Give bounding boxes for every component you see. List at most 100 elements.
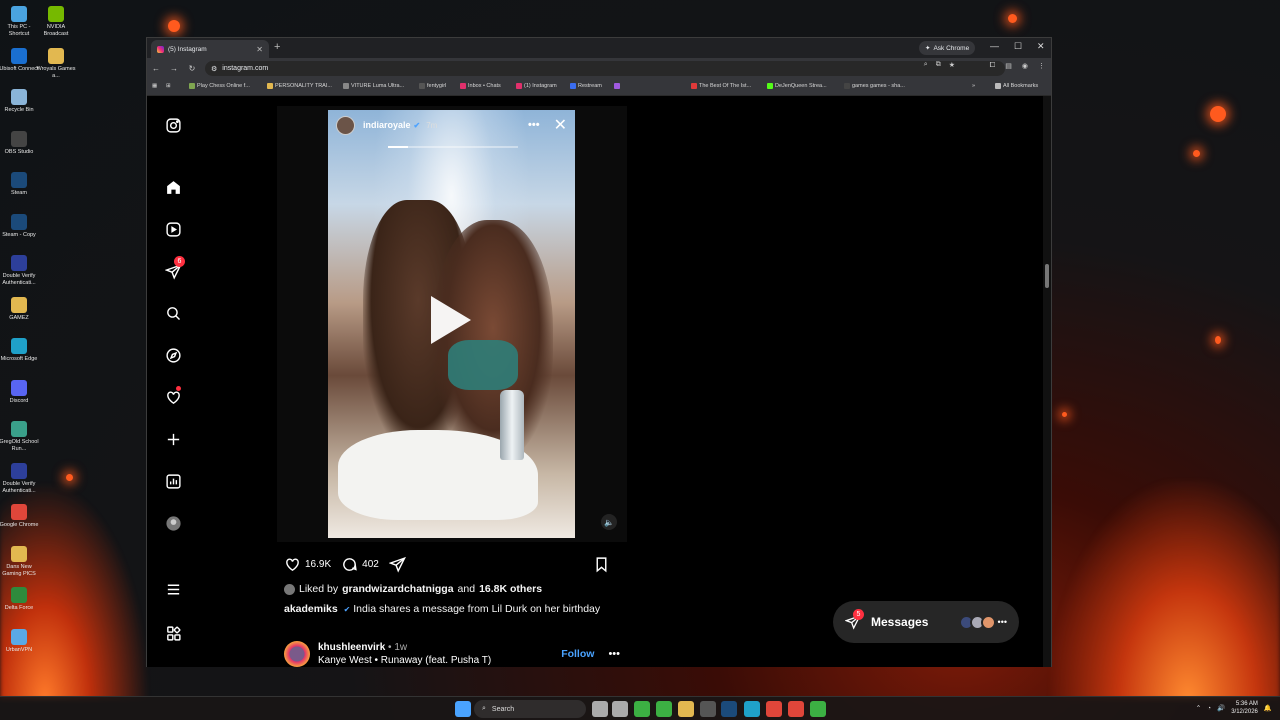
forward-icon[interactable]: → (165, 64, 183, 73)
desktop-shortcut[interactable]: Dans New Gaming PICS (0, 544, 38, 586)
caption-username[interactable]: akademiks (284, 603, 338, 615)
story-username[interactable]: indiaroyale (363, 120, 411, 130)
bookmark-item[interactable]: fentygirl (419, 83, 446, 89)
xbox-icon[interactable] (656, 701, 672, 717)
share-button[interactable] (388, 556, 406, 573)
instagram-logo-icon[interactable] (164, 116, 182, 134)
profile-icon[interactable]: ◉ (1022, 62, 1028, 70)
tray-overflow-icon[interactable]: ⌃ (1196, 704, 1201, 712)
ask-chrome-button[interactable]: ✦ Ask Chrome (919, 41, 976, 55)
create-icon[interactable] (164, 430, 182, 448)
desktop-shortcut[interactable]: Discord (0, 378, 38, 420)
store-icon[interactable] (700, 701, 716, 717)
more-bookmarks-button[interactable]: » (972, 83, 975, 89)
desktop-shortcut[interactable]: Double Verify Authenticati... (0, 461, 38, 503)
more-menu-icon[interactable] (164, 580, 182, 598)
file-explorer-icon[interactable] (678, 701, 694, 717)
menu-icon[interactable]: ⋮ (1038, 62, 1045, 70)
new-tab-button[interactable]: + (274, 41, 280, 53)
back-icon[interactable]: ← (147, 64, 165, 73)
next-post-username[interactable]: khushleenvirk (318, 642, 385, 653)
comment-button[interactable]: 402 (341, 556, 379, 573)
mute-icon[interactable]: 🔈 (601, 514, 617, 530)
steam-icon[interactable] (721, 701, 737, 717)
bookmark-item[interactable]: (1) Instagram (516, 83, 557, 89)
cast-icon[interactable]: ⧉ (936, 61, 941, 69)
edge-icon[interactable] (744, 701, 760, 717)
bookmark-item[interactable]: Inbox • Chats (460, 83, 501, 89)
desktop-shortcut[interactable]: Ubisoft Connect (0, 46, 39, 88)
apps-icon[interactable]: ▦ (152, 83, 157, 89)
all-bookmarks-button[interactable]: All Bookmarks (995, 83, 1038, 89)
reload-icon[interactable]: ↻ (183, 64, 201, 73)
post-media[interactable]: indiaroyale ✔ 7m ••• ✕ 🔈 (277, 106, 627, 542)
grid-icon[interactable]: ⊞ (166, 83, 171, 89)
liked-by-others[interactable]: 16.8K others (479, 583, 542, 595)
desktop-shortcut[interactable]: Google Chrome (0, 502, 38, 544)
windows-start-icon[interactable] (455, 701, 471, 717)
messages-more[interactable]: ••• (998, 617, 1007, 627)
maximize-icon[interactable]: ☐ (1014, 41, 1022, 52)
tab-close-icon[interactable]: ✕ (256, 45, 263, 54)
address-bar[interactable]: ⚙ instagram.com (205, 61, 1005, 76)
liked-by-user[interactable]: grandwizardchatnigga (342, 583, 453, 595)
next-post-avatar[interactable] (284, 641, 310, 667)
story-photo[interactable]: indiaroyale ✔ 7m ••• ✕ (328, 110, 575, 538)
dashboard-icon[interactable] (164, 472, 182, 490)
extensions-icon[interactable]: ⧠ (990, 62, 996, 70)
notifications-heart-icon[interactable] (164, 386, 182, 406)
bookmark-item[interactable]: Play Chess Online f... (189, 83, 250, 89)
page-scrollbar[interactable] (1043, 96, 1051, 667)
play-icon[interactable] (431, 296, 471, 344)
desktop-shortcut[interactable]: Steam (0, 170, 38, 212)
story-close-button[interactable]: ✕ (554, 115, 567, 135)
desktop-shortcut[interactable]: Steam - Copy (0, 212, 38, 254)
like-button[interactable]: 16.9K (284, 556, 331, 573)
direct-messages-icon[interactable]: 6 (164, 256, 185, 280)
profile-avatar[interactable] (164, 514, 182, 532)
taskbar-search[interactable]: ⌕ Search (474, 700, 586, 718)
desktop-shortcut[interactable]: OBS Studio (0, 129, 38, 171)
site-info-icon[interactable]: ⚙ (211, 65, 217, 73)
volume-icon[interactable]: 🔊 (1217, 704, 1225, 712)
desktop-shortcut[interactable]: Double Verify Authenticati... (0, 253, 38, 295)
desktop-shortcut[interactable]: Wroyals Games a... (36, 46, 76, 88)
bookmark-item[interactable]: VITURE Luma Ultra... (343, 83, 404, 89)
bookmark-item[interactable]: Restream (570, 83, 602, 89)
explore-icon[interactable] (164, 346, 182, 364)
search-icon[interactable] (164, 304, 182, 322)
also-from-meta-icon[interactable] (164, 624, 182, 642)
story-avatar[interactable] (336, 115, 355, 135)
file-icon[interactable] (592, 701, 608, 717)
next-post-song[interactable]: Kanye West • Runaway (feat. Pusha T) (318, 654, 491, 667)
messages-button[interactable]: 5 Messages ••• (833, 601, 1019, 643)
media-player-icon[interactable] (634, 701, 650, 717)
bookmark-item[interactable]: PERSONALITY TRAI... (267, 83, 332, 89)
bookmark-item[interactable] (614, 83, 622, 89)
story-more-button[interactable]: ••• (528, 119, 540, 131)
zoom-icon[interactable]: ⌕ (924, 61, 928, 69)
desktop-shortcut[interactable]: Delta Force (0, 585, 38, 627)
clock[interactable]: 5:36 AM 3/12/2026 (1231, 700, 1258, 716)
tab-instagram[interactable]: (5) Instagram ✕ (151, 40, 269, 58)
chrome-icon[interactable] (766, 701, 782, 717)
bookmark-star-icon[interactable]: ★ (949, 61, 955, 69)
notifications-bell-icon[interactable]: 🔔 (1264, 704, 1272, 712)
desktop-shortcut[interactable]: This PC - Shortcut (0, 4, 38, 46)
bookmark-item[interactable]: DeJenQueen Strea... (767, 83, 827, 89)
settings-icon[interactable] (612, 701, 628, 717)
follow-button[interactable]: Follow (561, 648, 594, 660)
minimize-icon[interactable]: — (990, 41, 999, 51)
desktop-shortcut[interactable]: Recycle Bin (0, 87, 38, 129)
home-icon[interactable] (164, 178, 182, 196)
desktop-shortcut[interactable]: GregOld School Run... (0, 419, 39, 461)
close-window-icon[interactable]: ✕ (1037, 41, 1045, 52)
desktop-shortcut[interactable]: UrbanVPN (0, 627, 38, 669)
save-button[interactable] (593, 556, 610, 573)
scrollbar-thumb[interactable] (1045, 264, 1049, 288)
bookmark-item[interactable]: games games - sha... (844, 83, 905, 89)
reels-icon[interactable] (164, 220, 182, 238)
network-icon[interactable]: ◔ (1207, 705, 1211, 712)
next-post-more-button[interactable]: ••• (608, 648, 620, 660)
sidepanel-icon[interactable]: ▤ (1005, 62, 1012, 70)
